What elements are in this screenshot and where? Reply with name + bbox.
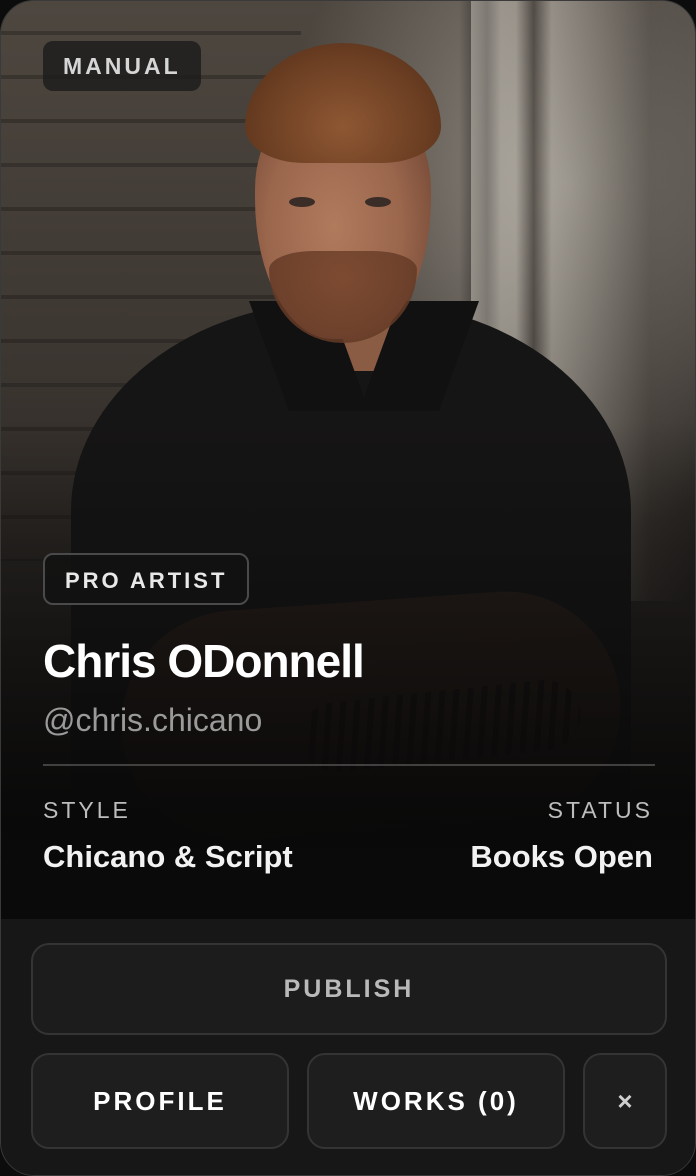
status-value: Books Open xyxy=(470,839,653,874)
artist-handle: @chris.chicano xyxy=(43,702,263,738)
manual-badge: MANUAL xyxy=(43,41,201,91)
style-value: Chicano & Script xyxy=(43,839,293,874)
status-label: STATUS xyxy=(547,797,653,823)
artist-name: Chris ODonnell xyxy=(43,635,365,687)
style-label: STYLE xyxy=(43,797,131,823)
action-panel: PUBLISH PROFILE WORKS (0) × xyxy=(1,919,695,1175)
profile-button[interactable]: PROFILE xyxy=(31,1053,289,1149)
pro-artist-badge: PRO ARTIST xyxy=(43,553,250,605)
publish-button[interactable]: PUBLISH xyxy=(31,943,667,1035)
artist-card: MANUAL PRO ARTIST Chris ODonnell @chris.… xyxy=(0,0,696,1176)
works-button[interactable]: WORKS (0) xyxy=(307,1053,565,1149)
divider xyxy=(43,764,655,766)
artist-photo: MANUAL PRO ARTIST Chris ODonnell @chris.… xyxy=(1,1,695,919)
close-button[interactable]: × xyxy=(583,1053,667,1149)
